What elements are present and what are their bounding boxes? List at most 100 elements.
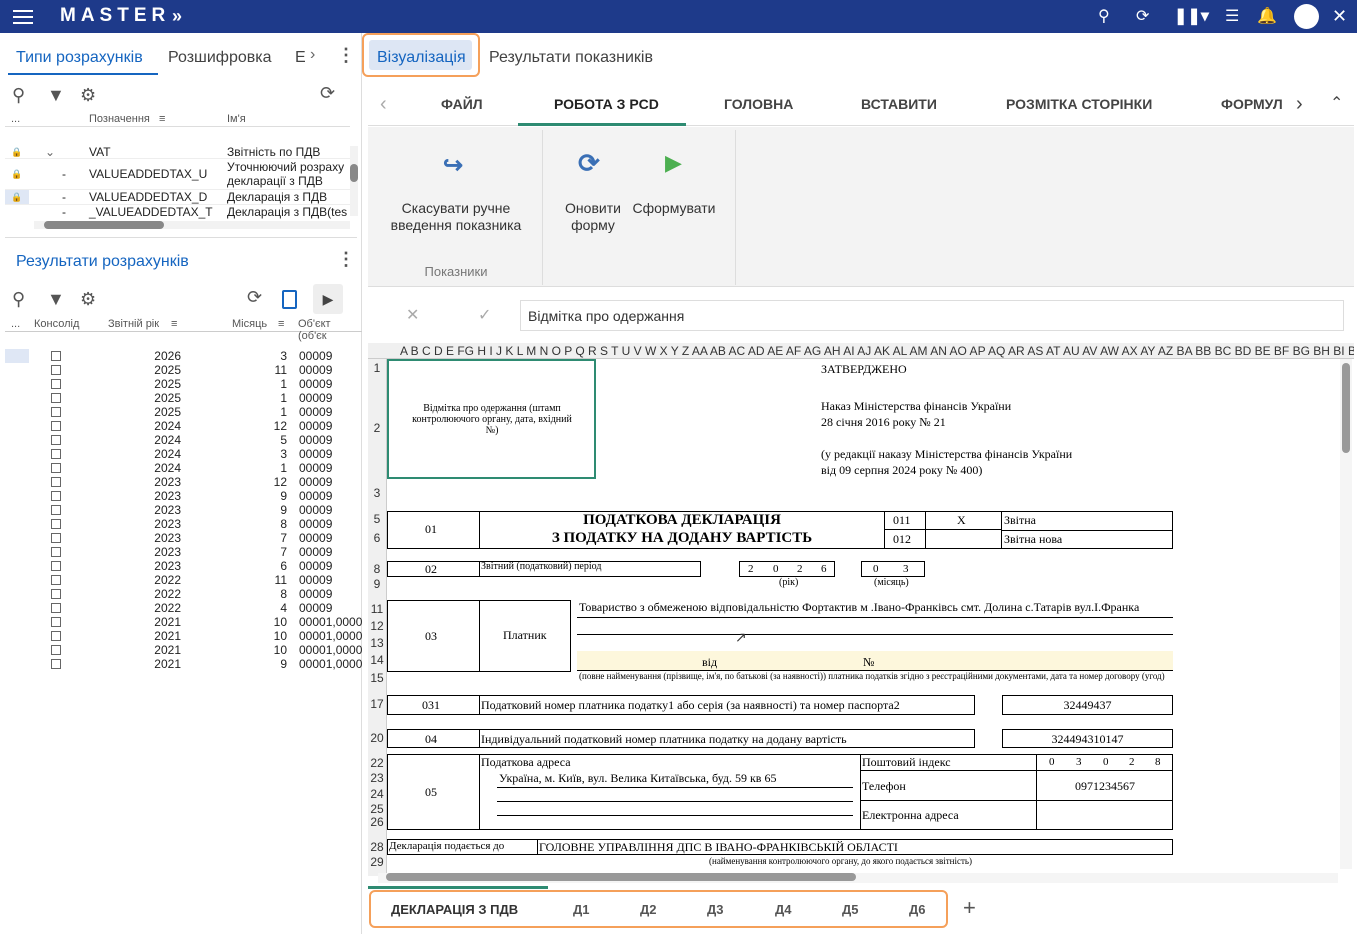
search-icon[interactable]: ⚲ — [1098, 6, 1110, 26]
table-row[interactable]: 2024 1 00009 — [5, 461, 362, 475]
table-row[interactable]: 2025 1 00009 — [5, 391, 362, 405]
filter-icon[interactable]: ▼ — [47, 289, 65, 310]
submit-to[interactable]: ГОЛОВНЕ УПРАВЛІННЯ ДПС В ІВАНО-ФРАНКІВСЬ… — [539, 840, 898, 855]
table-row[interactable]: 2021 9 00001,0000 — [5, 657, 362, 671]
consolidated-checkbox[interactable] — [51, 379, 61, 389]
gear-icon[interactable]: ⚙ — [80, 85, 96, 106]
tab-decoding[interactable]: Розшифровка — [168, 49, 272, 67]
chevron-left-icon[interactable]: ‹ — [380, 93, 387, 116]
payer-date-row[interactable] — [577, 651, 1173, 671]
table-row[interactable]: 🔒 - VALUEADDEDTAX_U Уточнюючий розраху д… — [5, 160, 350, 188]
grid1-header-menu[interactable]: ... — [11, 113, 20, 125]
payer-name[interactable]: Товариство з обмеженою відповідальністю … — [579, 600, 1169, 615]
pause-icon[interactable]: ❚❚▾ — [1174, 6, 1209, 26]
refresh-icon[interactable]: ⟳ — [320, 83, 335, 104]
table-row[interactable]: 2023 9 00009 — [5, 489, 362, 503]
table-row[interactable]: 2023 7 00009 — [5, 545, 362, 559]
table-row[interactable]: 2023 9 00009 — [5, 503, 362, 517]
more-vert-icon[interactable]: ⋮ — [337, 45, 355, 66]
gear-icon[interactable]: ⚙ — [80, 289, 96, 310]
refresh-icon[interactable]: ⟳ — [578, 148, 600, 179]
ribbon-tab-formulas[interactable]: ФОРМУЛ — [1221, 96, 1285, 112]
sheet-tab-d6[interactable]: Д6 — [909, 902, 926, 917]
consolidated-checkbox[interactable] — [51, 547, 61, 557]
formula-input[interactable]: Відмітка про одержання — [520, 300, 1344, 331]
avatar[interactable] — [1294, 4, 1319, 29]
table-row[interactable]: 2024 5 00009 — [5, 433, 362, 447]
chevron-right-icon[interactable]: › — [1296, 93, 1303, 116]
grid2-header-month[interactable]: Місяць — [232, 318, 267, 330]
column-headers[interactable]: A B C D E FG H I J K L M N O P Q R S T U… — [368, 343, 1354, 359]
consolidated-checkbox[interactable] — [51, 589, 61, 599]
consolidated-checkbox[interactable] — [51, 603, 61, 613]
refresh-form-button[interactable]: Оновити форму — [560, 200, 626, 234]
tab-indicator-results[interactable]: Результати показників — [489, 49, 653, 67]
table-row[interactable]: 2024 12 00009 — [5, 419, 362, 433]
grid2-header-menu[interactable]: ... — [11, 318, 20, 330]
cell-box[interactable] — [925, 529, 1002, 549]
filter-list-icon[interactable]: ☰ — [1225, 6, 1239, 26]
consolidated-checkbox[interactable] — [51, 365, 61, 375]
collapse-icon[interactable]: ⌃ — [1330, 93, 1343, 113]
search-icon[interactable]: ⚲ — [12, 85, 25, 106]
sheet-tab-d4[interactable]: Д4 — [775, 902, 792, 917]
sort-icon[interactable]: ≡ — [159, 113, 165, 125]
grid1-header-name[interactable]: Ім'я — [227, 113, 246, 125]
grid2-header-consolidated[interactable]: Консолід — [34, 318, 79, 330]
generate-button[interactable]: Сформувати — [630, 200, 718, 216]
sheet-tab-declaration[interactable]: ДЕКЛАРАЦІЯ З ПДВ — [391, 902, 518, 917]
play-button[interactable]: ▶ — [313, 284, 343, 314]
consolidated-checkbox[interactable] — [51, 393, 61, 403]
refresh-icon[interactable]: ⟳ — [247, 287, 262, 308]
consolidated-checkbox[interactable] — [51, 631, 61, 641]
more-vert-icon[interactable]: ⋮ — [337, 249, 355, 270]
consolidated-checkbox[interactable] — [51, 421, 61, 431]
sheet-vscrollbar[interactable] — [1340, 359, 1352, 869]
month-box[interactable] — [861, 561, 925, 577]
sort-icon[interactable]: ≡ — [171, 318, 177, 330]
consolidated-checkbox[interactable] — [51, 519, 61, 529]
table-row[interactable]: 🔒 - VALUEADDEDTAX_D Декларація з ПДВ — [5, 189, 350, 204]
table-row[interactable]: 2025 1 00009 — [5, 405, 362, 419]
table-row[interactable]: 2021 10 00001,0000 — [5, 615, 362, 629]
table-row[interactable]: 2021 10 00001,0000 — [5, 629, 362, 643]
table-row[interactable]: 2023 7 00009 — [5, 531, 362, 545]
grid1-hscrollbar[interactable] — [34, 221, 350, 229]
menu-icon[interactable] — [13, 6, 33, 28]
chevron-down-icon[interactable]: ⌄ — [45, 145, 55, 159]
consolidated-checkbox[interactable] — [51, 561, 61, 571]
add-sheet-icon[interactable]: + — [963, 895, 976, 921]
confirm-icon[interactable]: ✓ — [478, 305, 491, 325]
table-row[interactable]: 2023 6 00009 — [5, 559, 362, 573]
consolidated-checkbox[interactable] — [51, 617, 61, 627]
consolidated-checkbox[interactable] — [51, 533, 61, 543]
table-row[interactable]: 2022 11 00009 — [5, 573, 362, 587]
consolidated-checkbox[interactable] — [51, 645, 61, 655]
consolidated-checkbox[interactable] — [51, 463, 61, 473]
play-icon[interactable]: ▶ — [665, 150, 682, 176]
expand-icon[interactable]: » — [172, 6, 182, 27]
table-row[interactable]: 2022 4 00009 — [5, 601, 362, 615]
consolidated-checkbox[interactable] — [51, 659, 61, 669]
consolidated-checkbox[interactable] — [51, 575, 61, 585]
table-row[interactable]: 2025 1 00009 — [5, 377, 362, 391]
row-headers[interactable]: 123 568 9 11 12 13 14 15 17 20 22 23 24 25 26 28 2… — [368, 359, 387, 876]
table-row[interactable]: 2023 8 00009 — [5, 517, 362, 531]
tab-calc-types[interactable]: Типи розрахунків — [16, 49, 143, 67]
cancel-manual-button[interactable]: Скасувати ручне введення показника — [386, 200, 526, 234]
document-icon[interactable] — [282, 290, 297, 309]
grid1-vscrollbar[interactable] — [350, 146, 358, 216]
tab-visualization[interactable]: Візуалізація — [377, 49, 466, 67]
ribbon-tab-file[interactable]: ФАЙЛ — [441, 96, 483, 112]
table-row[interactable]: 2022 8 00009 — [5, 587, 362, 601]
ribbon-tab-pcd[interactable]: РОБОТА З PCD — [554, 96, 659, 112]
table-row[interactable]: 2023 12 00009 — [5, 475, 362, 489]
ribbon-tab-home[interactable]: ГОЛОВНА — [724, 96, 793, 112]
share-icon[interactable]: ⟳ — [1136, 6, 1149, 26]
sheet-hscrollbar[interactable] — [378, 873, 1338, 883]
consolidated-checkbox[interactable] — [51, 505, 61, 515]
search-icon[interactable]: ⚲ — [12, 289, 25, 310]
consolidated-checkbox[interactable] — [51, 351, 61, 361]
undo-icon[interactable]: ↪ — [443, 151, 463, 180]
sheet-tab-d3[interactable]: Д3 — [707, 902, 724, 917]
